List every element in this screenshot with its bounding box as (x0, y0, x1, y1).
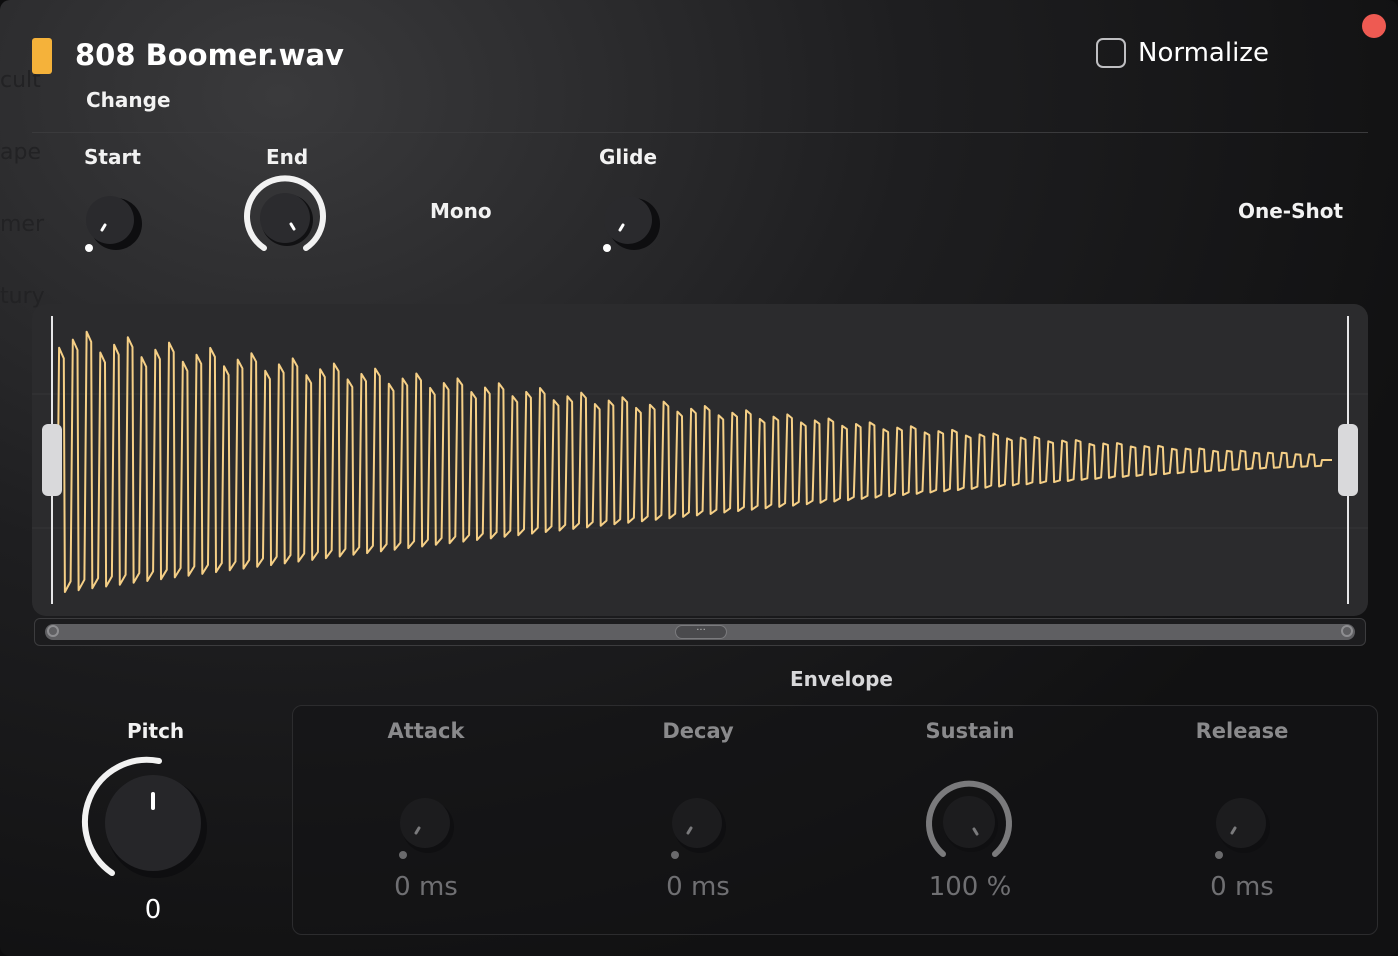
sustain-label: Sustain (925, 719, 1015, 743)
release-label: Release (1195, 719, 1289, 743)
pitch-label: Pitch (127, 719, 185, 743)
waveform-svg (32, 316, 1368, 604)
glide-label: Glide (599, 145, 658, 169)
sample-color-marker (32, 38, 52, 74)
attack-label: Attack (387, 719, 465, 743)
sustain-value: 100 % (928, 872, 1012, 902)
end-handle[interactable] (1338, 424, 1358, 496)
glide-knob[interactable] (598, 190, 668, 264)
close-icon[interactable] (1362, 14, 1386, 38)
start-handle[interactable] (42, 424, 62, 496)
background-ghost-text: mer (0, 212, 45, 237)
mono-button[interactable]: Mono (430, 199, 492, 223)
normalize-toggle[interactable]: Normalize (1096, 38, 1269, 68)
sample-file-name: 808 Boomer.wav (75, 38, 344, 72)
attack-knob[interactable] (396, 795, 466, 869)
decay-label: Decay (662, 719, 734, 743)
pitch-value: 0 (144, 895, 162, 925)
end-knob[interactable] (243, 175, 333, 272)
decay-knob[interactable] (668, 795, 738, 869)
sampler-panel: cult ape mer tury 808 Boomer.wav Change … (0, 0, 1398, 956)
envelope-title: Envelope (790, 667, 893, 691)
start-knob[interactable] (80, 190, 150, 264)
waveform-display[interactable] (32, 304, 1368, 616)
release-knob[interactable] (1212, 795, 1282, 869)
decay-value: 0 ms (666, 872, 730, 902)
scroll-left-end[interactable] (47, 625, 59, 637)
background-ghost-text: ape (0, 140, 41, 165)
normalize-label: Normalize (1138, 38, 1269, 68)
attack-value: 0 ms (394, 872, 458, 902)
checkbox-icon[interactable] (1096, 38, 1126, 68)
end-label: End (266, 145, 309, 169)
divider (32, 132, 1368, 133)
pitch-knob[interactable] (82, 755, 215, 889)
scroll-grip-icon[interactable]: ··· (675, 625, 727, 639)
start-label: Start (84, 145, 141, 169)
waveform-scrollbar[interactable]: ··· (34, 618, 1366, 646)
change-sample-button[interactable]: Change (86, 88, 171, 112)
scroll-right-end[interactable] (1341, 625, 1353, 637)
release-value: 0 ms (1210, 872, 1274, 902)
sustain-knob[interactable] (925, 780, 1015, 874)
scroll-track[interactable]: ··· (45, 624, 1355, 640)
one-shot-button[interactable]: One-Shot (1238, 199, 1343, 223)
